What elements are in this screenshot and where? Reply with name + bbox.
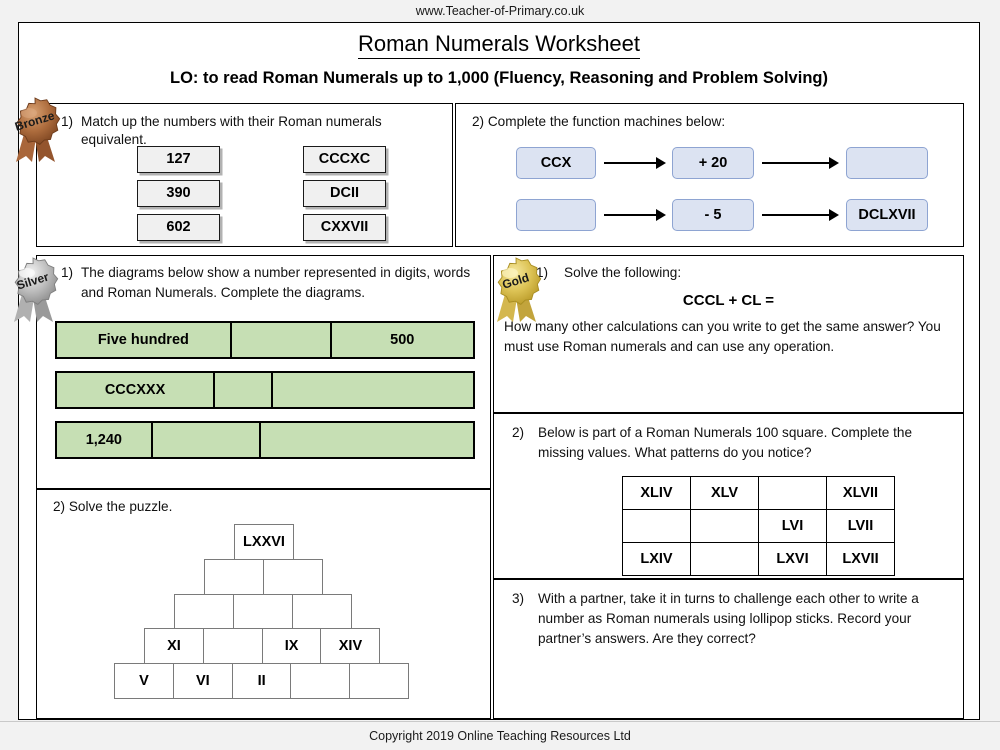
- puzzle-heading: 2) Solve the puzzle.: [53, 499, 173, 514]
- fm-operation-0[interactable]: + 20: [672, 147, 754, 179]
- gold-q3-text-line3: partner’s answers. Are they correct?: [538, 631, 756, 646]
- number-pyramid: LXXVI XI IX XIV V VI II: [37, 524, 492, 714]
- pyramid-cell-4-4[interactable]: [349, 663, 410, 700]
- match-numeral-1[interactable]: DCII: [303, 180, 386, 207]
- gold-q3-text-line1: With a partner, take it in turns to chal…: [538, 591, 919, 606]
- worksheet-page: www.Teacher-of-Primary.co.uk Roman Numer…: [0, 0, 1000, 750]
- fm-arrow-1b: [762, 208, 840, 222]
- table-row: LVI LVII: [622, 509, 895, 543]
- title-band: Roman Numerals Worksheet LO: to read Rom…: [19, 23, 979, 99]
- green-cell-2-2[interactable]: [260, 423, 473, 457]
- hundred-cell-0-0[interactable]: XLIV: [622, 476, 691, 510]
- hundred-cell-2-3[interactable]: LXVII: [826, 542, 895, 576]
- pyramid-cell-1-0[interactable]: [204, 558, 264, 595]
- green-cell-0-1[interactable]: [231, 323, 332, 357]
- table-row: LXIV LXVI LXVII: [622, 542, 895, 576]
- fm-input-1[interactable]: [516, 199, 596, 231]
- gold-q2-panel: 2) Below is part of a Roman Numerals 100…: [493, 413, 964, 579]
- hundred-cell-1-0[interactable]: [622, 509, 691, 543]
- hundred-cell-2-1[interactable]: [690, 542, 759, 576]
- fm-output-1[interactable]: DCLXVII: [846, 199, 928, 231]
- hundred-cell-1-3[interactable]: LVII: [826, 509, 895, 543]
- silver-q1-panel: 1) The diagrams below show a number repr…: [36, 255, 491, 489]
- hundred-cell-2-0[interactable]: LXIV: [622, 542, 691, 576]
- bronze-q1-text: Match up the numbers with their Roman nu…: [81, 114, 382, 147]
- hundred-square-table: XLIV XLV XLVII LVI LVII LXIV LXVI LXVII: [622, 476, 895, 576]
- fm-operation-1[interactable]: - 5: [672, 199, 754, 231]
- pyramid-cell-4-3[interactable]: [290, 663, 351, 700]
- fm-arrow-1a: [604, 208, 667, 222]
- pyramid-cell-2-0[interactable]: [174, 593, 234, 630]
- gold-q3-number: 3): [512, 591, 525, 606]
- green-bar-0[interactable]: Five hundred 500: [55, 321, 475, 359]
- pyramid-row-3: XI IX XIV: [144, 628, 381, 665]
- pyramid-row-2: [174, 593, 352, 630]
- bronze-panel: 1) Match up the numbers with their Roman…: [36, 103, 453, 247]
- table-row: XLIV XLV XLVII: [622, 476, 895, 510]
- pyramid-cell-3-0[interactable]: XI: [144, 628, 204, 665]
- gold-q1-followup-line1: How many other calculations can you writ…: [504, 319, 941, 334]
- gold-q1-number: 1): [536, 265, 549, 280]
- function-machines-heading: 2) Complete the function machines below:: [472, 114, 726, 129]
- gold-q2-text-line2: missing values. What patterns do you not…: [538, 445, 812, 460]
- green-cell-1-2[interactable]: [273, 373, 473, 407]
- pyramid-row-0: LXXVI: [234, 524, 294, 560]
- green-cell-2-0[interactable]: 1,240: [57, 423, 153, 457]
- hundred-cell-0-3[interactable]: XLVII: [826, 476, 895, 510]
- fm-output-0[interactable]: [846, 147, 928, 179]
- pyramid-cell-0-0[interactable]: LXXVI: [234, 524, 294, 560]
- silver-q1-text-line1: The diagrams below show a number represe…: [81, 265, 471, 280]
- green-cell-0-0[interactable]: Five hundred: [57, 323, 232, 357]
- gold-q3-text-line2: number as Roman numerals using lollipop …: [538, 611, 912, 626]
- pyramid-cell-3-2[interactable]: IX: [261, 628, 322, 665]
- pyramid-cell-2-1[interactable]: [232, 593, 293, 630]
- gold-q2-text-line1: Below is part of a Roman Numerals 100 sq…: [538, 425, 913, 440]
- hundred-cell-2-2[interactable]: LXVI: [758, 542, 827, 576]
- worksheet-sheet: Roman Numerals Worksheet LO: to read Rom…: [18, 22, 980, 720]
- pyramid-row-1: [204, 558, 323, 595]
- hundred-cell-0-1[interactable]: XLV: [690, 476, 759, 510]
- green-bar-2[interactable]: 1,240: [55, 421, 475, 459]
- pyramid-cell-2-2[interactable]: [291, 593, 352, 630]
- match-numeral-0[interactable]: CCCXC: [303, 146, 386, 173]
- pyramid-cell-1-1[interactable]: [262, 558, 323, 595]
- match-numeral-2[interactable]: CXXVII: [303, 214, 386, 241]
- green-cell-1-1[interactable]: [215, 373, 274, 407]
- silver-q1-text-line2: and Roman Numerals. Complete the diagram…: [81, 285, 366, 300]
- copyright-footer: Copyright 2019 Online Teaching Resources…: [0, 722, 1000, 750]
- silver-q1-number: 1): [61, 265, 74, 280]
- green-bar-1[interactable]: CCCXXX: [55, 371, 475, 409]
- fm-arrow-0a: [604, 156, 667, 170]
- gold-q3-panel: 3) With a partner, take it in turns to c…: [493, 579, 964, 719]
- hundred-cell-1-1[interactable]: [690, 509, 759, 543]
- puzzle-panel: 2) Solve the puzzle. LXXVI XI IX XIV V V…: [36, 489, 491, 719]
- green-cell-0-2[interactable]: 500: [331, 323, 473, 357]
- pyramid-row-4: V VI II: [114, 663, 410, 700]
- pyramid-cell-4-1[interactable]: VI: [172, 663, 233, 700]
- site-url: www.Teacher-of-Primary.co.uk: [0, 0, 1000, 22]
- function-machines-panel: 2) Complete the function machines below:…: [455, 103, 964, 247]
- gold-q1-calculation: CCCL + CL =: [682, 292, 775, 309]
- match-number-1[interactable]: 390: [137, 180, 220, 207]
- match-number-0[interactable]: 127: [137, 146, 220, 173]
- green-cell-2-1[interactable]: [152, 423, 261, 457]
- gold-q2-number: 2): [512, 425, 525, 440]
- green-cell-1-0[interactable]: CCCXXX: [57, 373, 216, 407]
- fm-arrow-0b: [762, 156, 840, 170]
- pyramid-cell-3-1[interactable]: [202, 628, 263, 665]
- gold-q1-text: Solve the following:: [564, 265, 682, 280]
- pyramid-cell-4-0[interactable]: V: [114, 663, 174, 700]
- fm-input-0[interactable]: CCX: [516, 147, 596, 179]
- learning-objective: LO: to read Roman Numerals up to 1,000 (…: [170, 69, 828, 87]
- hundred-cell-0-2[interactable]: [758, 476, 827, 510]
- gold-q1-followup-line2: must use Roman numerals and can use any …: [504, 339, 835, 354]
- bronze-q1-number: 1): [61, 114, 74, 129]
- gold-q1-panel: 1) Solve the following: CCCL + CL = How …: [493, 255, 964, 413]
- hundred-cell-1-2[interactable]: LVI: [758, 509, 827, 543]
- page-title: Roman Numerals Worksheet: [19, 31, 979, 59]
- pyramid-cell-4-2[interactable]: II: [231, 663, 292, 700]
- match-number-2[interactable]: 602: [137, 214, 220, 241]
- pyramid-cell-3-3[interactable]: XIV: [320, 628, 381, 665]
- page-title-text: Roman Numerals Worksheet: [357, 31, 641, 59]
